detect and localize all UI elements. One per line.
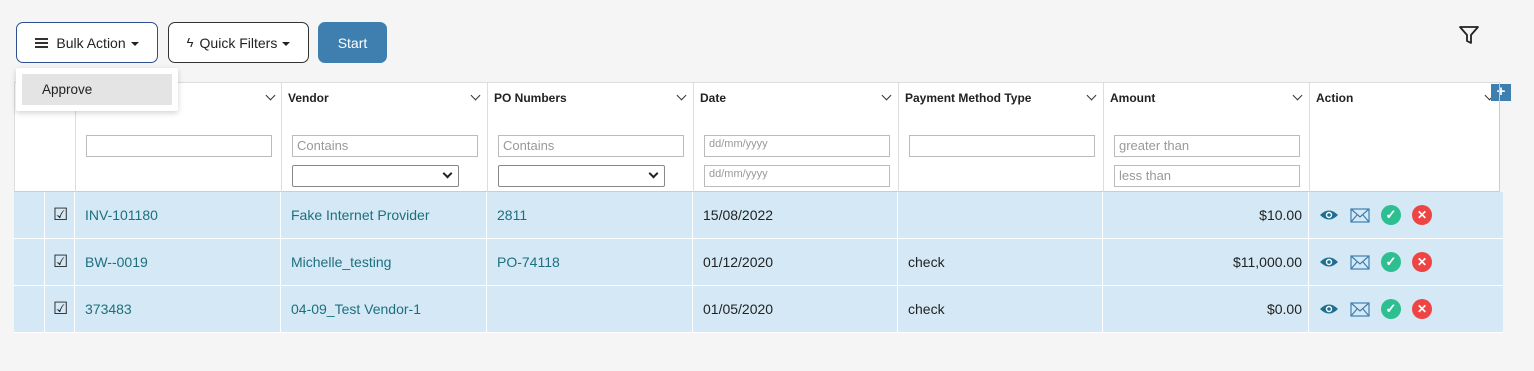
chevron-down-icon[interactable] [1292,90,1303,101]
row-checkbox[interactable]: ☑ [44,192,74,238]
payment-method-filter-input[interactable] [909,135,1095,157]
po-numbers-header-label: PO Numbers [494,91,567,105]
vendor-link[interactable]: 04-09_Test Vendor-1 [280,286,486,332]
invoice-grid: Vendor Contains PO Numbers Contains Date… [14,82,1511,333]
funnel-icon[interactable] [1458,24,1480,46]
po-link[interactable] [486,286,692,332]
caret-down-icon [130,41,139,46]
approve-check-icon[interactable]: ✓ [1381,252,1401,272]
payment-method-value [897,192,1102,238]
chevron-down-icon[interactable] [676,90,687,101]
chevron-down-icon [442,168,453,179]
column-amount: Amount greater than less than [1103,83,1309,193]
chevron-down-icon[interactable] [1086,90,1097,101]
bulk-action-label: Bulk Action [56,34,126,51]
vendor-link[interactable]: Fake Internet Provider [280,192,486,238]
vendor-filter-select[interactable] [292,165,459,187]
column-action: Action [1309,83,1501,193]
eye-icon[interactable] [1319,208,1339,222]
row-spacer [14,192,44,238]
column-vendor: Vendor Contains [281,83,487,193]
caret-down-icon [282,41,291,46]
amount-value: $11,000.00 [1102,239,1308,285]
chevron-down-icon[interactable] [470,90,481,101]
invoice-link[interactable]: INV-101180 [74,192,280,238]
row-actions: ✓ ✕ [1308,192,1503,238]
invoice-filter-input[interactable] [86,135,272,157]
reject-x-icon[interactable]: ✕ [1412,299,1432,319]
table-row[interactable]: ☑ BW--0019 Michelle_testing PO-74118 01/… [14,239,1503,286]
column-po-numbers: PO Numbers Contains [487,83,693,193]
invoice-link[interactable]: 373483 [74,286,280,332]
payment-method-value: check [897,286,1102,332]
amount-max-input[interactable]: less than [1114,165,1300,187]
reject-x-icon[interactable]: ✕ [1412,205,1432,225]
date-to-input[interactable]: dd/mm/yyyy [704,165,890,187]
row-checkbox[interactable]: ☑ [44,239,74,285]
approve-menu-item[interactable]: Approve [22,74,172,105]
bulk-action-button[interactable]: Bulk Action [16,22,158,63]
eye-icon[interactable] [1319,255,1339,269]
reject-x-icon[interactable]: ✕ [1412,252,1432,272]
bulk-action-menu: Approve [16,68,178,111]
start-button[interactable]: Start [318,22,387,63]
list-lines-icon [35,37,49,48]
eye-icon[interactable] [1319,302,1339,316]
approve-check-icon[interactable]: ✓ [1381,299,1401,319]
envelope-icon[interactable] [1350,301,1370,317]
invoice-link[interactable]: BW--0019 [74,239,280,285]
envelope-icon[interactable] [1350,207,1370,223]
column-payment-method-type: Payment Method Type [898,83,1103,193]
chevron-down-icon[interactable] [265,90,276,101]
envelope-icon[interactable] [1350,254,1370,270]
po-filter-input[interactable]: Contains [498,135,684,157]
column-date: Date dd/mm/yyyy dd/mm/yyyy [693,83,898,193]
date-from-input[interactable]: dd/mm/yyyy [704,135,890,157]
chevron-down-icon[interactable] [881,90,892,101]
payment-method-value: check [897,239,1102,285]
table-row[interactable]: ☑ 373483 04-09_Test Vendor-1 01/05/2020 … [14,286,1503,333]
add-column-plus-icon[interactable]: + [1491,84,1511,101]
quick-filters-label: Quick Filters [199,34,278,51]
date-value: 15/08/2022 [692,192,897,238]
vendor-link[interactable]: Michelle_testing [280,239,486,285]
action-header-label: Action [1316,91,1354,105]
vendor-filter-input[interactable]: Contains [292,135,478,157]
po-link[interactable]: PO-74118 [486,239,692,285]
vendor-header-label: Vendor [288,91,329,105]
row-spacer [14,239,44,285]
quick-filters-button[interactable]: ϟ Quick Filters [168,22,309,63]
approve-check-icon[interactable]: ✓ [1381,205,1401,225]
row-actions: ✓ ✕ [1308,239,1503,285]
date-value: 01/12/2020 [692,239,897,285]
payment-method-header-label: Payment Method Type [905,91,1032,105]
date-header-label: Date [700,91,727,105]
date-value: 01/05/2020 [692,286,897,332]
amount-value: $0.00 [1102,286,1308,332]
grid-right-border [1499,83,1500,191]
lightning-icon: ϟ [186,35,194,50]
po-link[interactable]: 2811 [486,192,692,238]
amount-value: $10.00 [1102,192,1308,238]
row-actions: ✓ ✕ [1308,286,1503,332]
grid-header: Vendor Contains PO Numbers Contains Date… [14,82,1501,193]
row-checkbox[interactable]: ☑ [44,286,74,332]
amount-min-input[interactable]: greater than [1114,135,1300,157]
table-row[interactable]: ☑ INV-101180 Fake Internet Provider 2811… [14,192,1503,239]
amount-header-label: Amount [1110,91,1156,105]
chevron-down-icon [648,168,659,179]
po-filter-select[interactable] [498,165,665,187]
row-spacer [14,286,44,332]
